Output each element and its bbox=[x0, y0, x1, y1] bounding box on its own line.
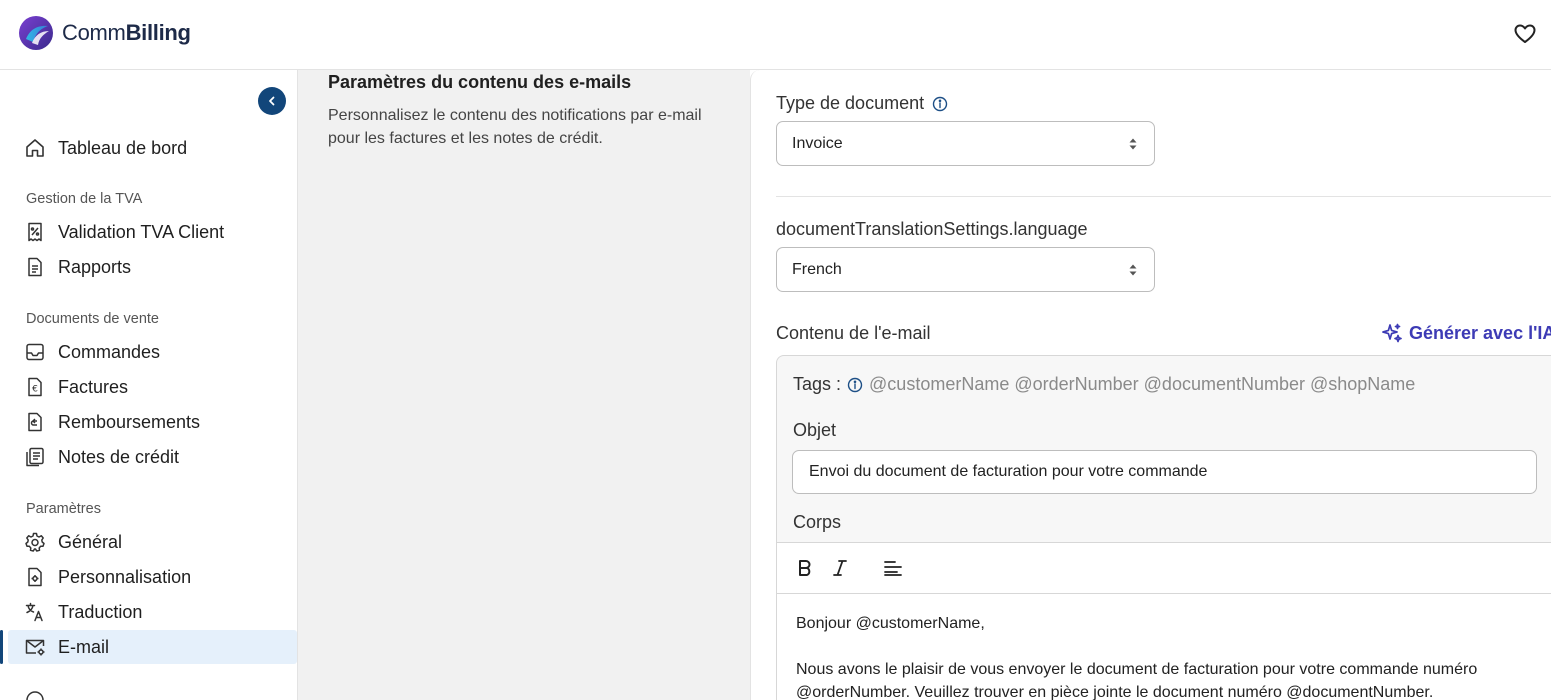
document-type-value: Invoice bbox=[792, 134, 843, 152]
gear-icon bbox=[24, 531, 46, 553]
sidebar-item-label: Validation TVA Client bbox=[58, 221, 225, 242]
active-indicator bbox=[0, 630, 3, 664]
email-gear-icon bbox=[24, 636, 46, 658]
section-title-vat: Gestion de la TVA bbox=[26, 191, 143, 207]
sidebar-item-reports[interactable]: Rapports bbox=[8, 250, 297, 284]
italic-button[interactable] bbox=[829, 557, 851, 579]
collapse-sidebar-button[interactable] bbox=[258, 87, 286, 115]
subject-input[interactable]: Envoi du document de facturation pour vo… bbox=[792, 450, 1537, 494]
email-content-label: Contenu de l'e-mail bbox=[776, 323, 931, 343]
sidebar-item-refunds[interactable]: Remboursements bbox=[8, 405, 297, 439]
svg-text:€: € bbox=[32, 385, 38, 395]
customize-document-icon bbox=[24, 566, 46, 588]
subject-label: Objet bbox=[793, 420, 837, 440]
home-icon bbox=[24, 137, 46, 159]
sidebar-item-general[interactable]: Général bbox=[8, 525, 297, 559]
generate-with-ai-button[interactable]: Générer avec l'IA bbox=[1381, 322, 1551, 344]
chevron-left-icon bbox=[269, 96, 275, 106]
sidebar-item-email[interactable]: E-mail bbox=[8, 630, 297, 664]
divider bbox=[776, 196, 1551, 197]
language-select[interactable]: French bbox=[776, 247, 1155, 292]
email-editor-box: Tags : @customerName @orderNumber @docum… bbox=[776, 355, 1551, 700]
italic-icon bbox=[833, 560, 847, 576]
refund-icon bbox=[24, 411, 46, 433]
editor-toolbar bbox=[777, 542, 1551, 594]
inbox-icon bbox=[24, 341, 46, 363]
sidebar-item-vat-validation[interactable]: Validation TVA Client bbox=[8, 215, 297, 249]
sidebar-item-label: Notes de crédit bbox=[58, 446, 180, 467]
sidebar-item-label: Général bbox=[58, 531, 123, 552]
language-label: documentTranslationSettings.language bbox=[776, 219, 1088, 239]
bold-icon bbox=[799, 560, 811, 576]
email-body-editor[interactable]: Bonjour @customerName, Nous avons le pla… bbox=[777, 594, 1551, 700]
body-paragraph: Nous avons le plaisir de vous envoyer le… bbox=[796, 661, 1478, 700]
translate-icon bbox=[24, 601, 46, 623]
logo-mark-icon bbox=[19, 16, 53, 50]
section-description: Personnalisez le contenu des notificatio… bbox=[328, 107, 702, 147]
section-title-settings: Paramètres bbox=[26, 501, 101, 517]
heart-icon[interactable] bbox=[1513, 22, 1537, 46]
tags-list: @customerName @orderNumber @documentNumb… bbox=[869, 374, 1416, 394]
sparkles-icon bbox=[1382, 323, 1402, 343]
sidebar-item-label: Personnalisation bbox=[58, 566, 192, 587]
sidebar-item-orders[interactable]: Commandes bbox=[8, 335, 297, 369]
document-type-select[interactable]: Invoice bbox=[776, 121, 1155, 166]
sidebar-item-translation[interactable]: Traduction bbox=[8, 595, 297, 629]
sidebar-item-invoices[interactable]: € Factures bbox=[8, 370, 297, 404]
tags-row: Tags : @customerName @orderNumber @docum… bbox=[793, 374, 1415, 395]
sidebar-item-dashboard[interactable]: Tableau de bord bbox=[8, 131, 297, 165]
logo-text: CommBilling bbox=[62, 20, 191, 45]
sidebar-item-label: Commandes bbox=[58, 341, 161, 362]
section-title-sales: Documents de vente bbox=[26, 311, 159, 327]
sidebar: Tableau de bord Gestion de la TVA Valida… bbox=[0, 70, 298, 700]
circle-icon bbox=[24, 689, 46, 700]
section-heading: Paramètres du contenu des e-mails bbox=[328, 72, 632, 92]
select-arrows-icon bbox=[1129, 264, 1137, 276]
sidebar-item-credit-notes[interactable]: Notes de crédit bbox=[8, 440, 297, 474]
document-icon bbox=[24, 256, 46, 278]
bold-button[interactable] bbox=[794, 557, 816, 579]
stacked-documents-icon bbox=[24, 446, 46, 468]
sidebar-item-label: Traduction bbox=[58, 601, 143, 622]
sidebar-item-label: Tableau de bord bbox=[58, 137, 188, 158]
euro-document-icon: € bbox=[24, 376, 46, 398]
body-greeting: Bonjour @customerName, bbox=[796, 615, 985, 632]
sidebar-item-customization[interactable]: Personnalisation bbox=[8, 560, 297, 594]
info-icon[interactable] bbox=[847, 377, 863, 393]
tags-label: Tags : bbox=[793, 374, 842, 394]
sidebar-item-label: E-mail bbox=[58, 636, 110, 657]
language-value: French bbox=[792, 260, 842, 278]
subject-value: Envoi du document de facturation pour vo… bbox=[809, 463, 1208, 480]
document-type-label: Type de document bbox=[776, 93, 948, 114]
sidebar-item-label: Rapports bbox=[58, 256, 132, 277]
receipt-percent-icon bbox=[24, 221, 46, 243]
info-icon[interactable] bbox=[932, 96, 948, 112]
sidebar-item-label: Factures bbox=[58, 376, 129, 397]
text-align-left-icon bbox=[884, 561, 902, 576]
generate-with-ai-label: Générer avec l'IA bbox=[1409, 322, 1551, 343]
select-arrows-icon bbox=[1129, 138, 1137, 150]
sidebar-item-partial-hidden[interactable] bbox=[8, 683, 297, 700]
app-logo[interactable]: CommBilling bbox=[18, 15, 191, 51]
body-label: Corps bbox=[793, 512, 842, 532]
align-button[interactable] bbox=[882, 557, 904, 579]
top-bar: CommBilling bbox=[0, 0, 1551, 70]
settings-description-panel: Paramètres du contenu des e-mails Person… bbox=[298, 70, 750, 700]
sidebar-item-label: Remboursements bbox=[58, 411, 201, 432]
document-type-label-text: Type de document bbox=[776, 93, 925, 113]
